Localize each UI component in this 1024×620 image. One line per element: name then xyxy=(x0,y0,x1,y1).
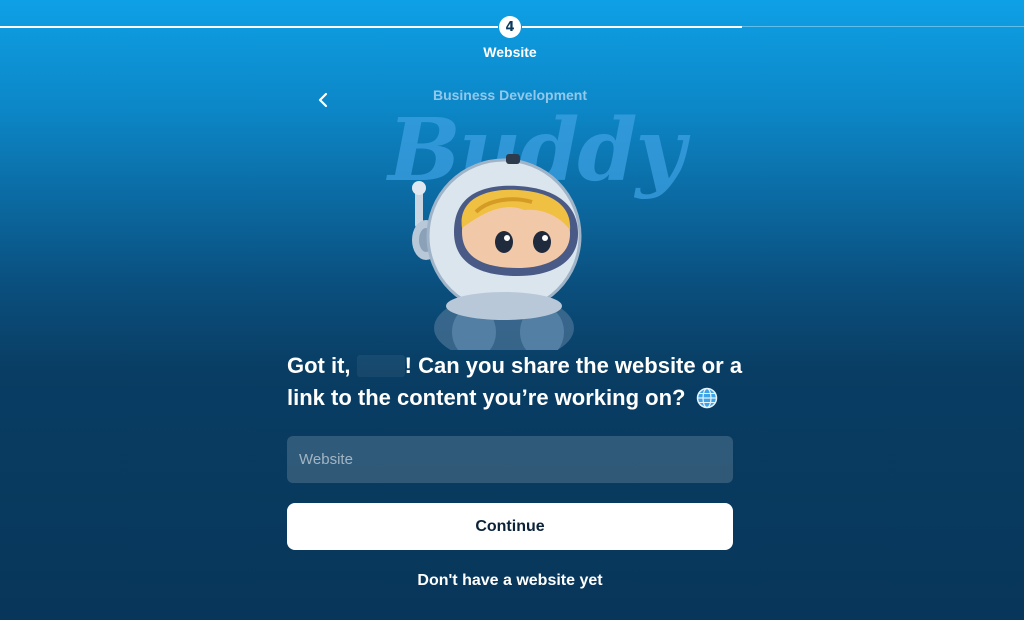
no-website-link[interactable]: Don't have a website yet xyxy=(380,572,640,590)
progress-step-label: Website xyxy=(483,44,537,60)
chevron-left-icon xyxy=(318,92,328,108)
website-input[interactable] xyxy=(287,436,733,483)
prompt-question: Got it, ! Can you share the website or a… xyxy=(287,350,747,414)
progress-step-indicator: 4 xyxy=(499,16,521,38)
progress-bar-current xyxy=(522,26,742,28)
progress-bar-completed xyxy=(0,26,498,28)
progress-bar-remaining xyxy=(742,26,1024,27)
continue-button[interactable]: Continue xyxy=(287,503,733,550)
redacted-name xyxy=(356,355,405,377)
prompt-text-start: Got it, xyxy=(287,353,357,378)
globe-icon xyxy=(696,387,717,409)
astronaut-mascot-illustration xyxy=(412,154,582,350)
brand-subtitle: Business Development xyxy=(432,87,588,103)
back-button[interactable] xyxy=(312,88,334,112)
